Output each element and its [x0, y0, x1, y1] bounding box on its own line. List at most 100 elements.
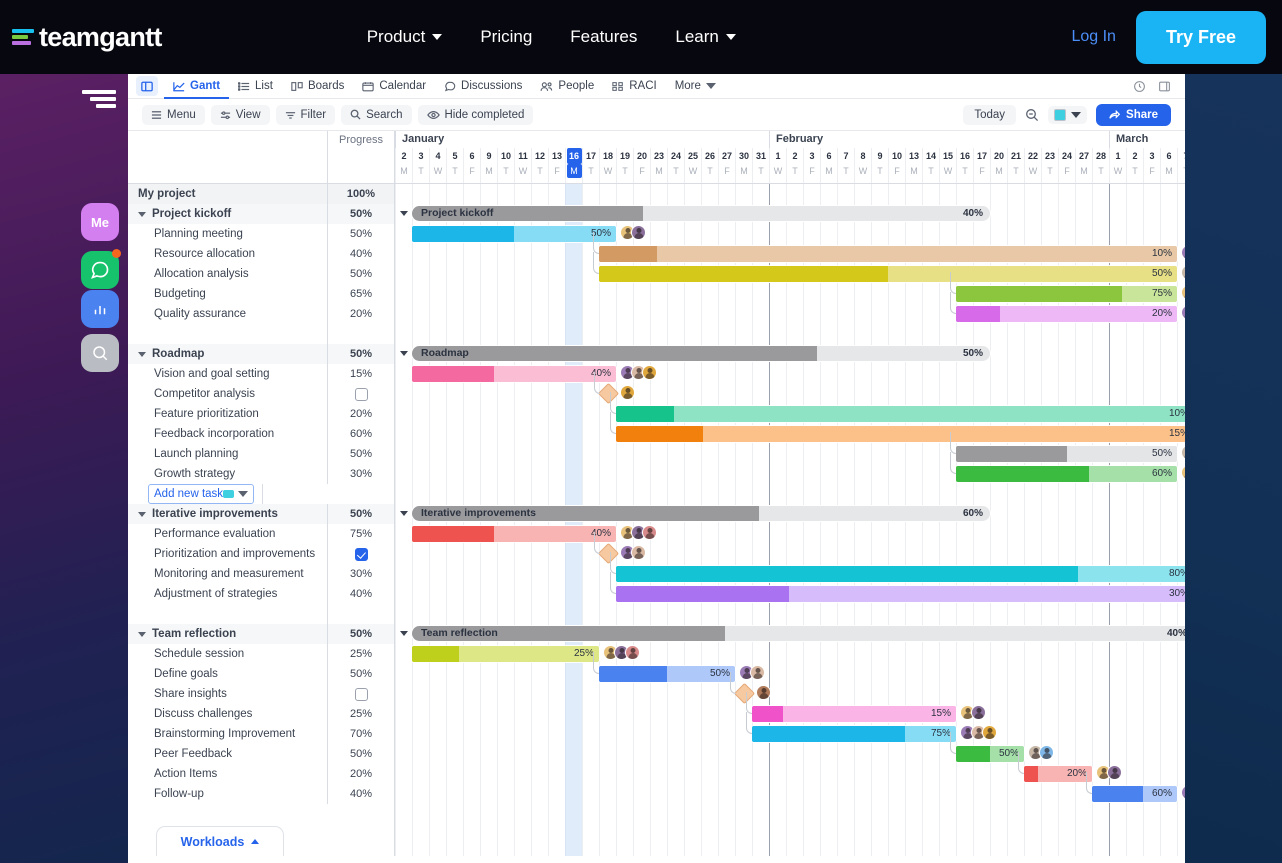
assignee-avatars[interactable]	[739, 665, 765, 680]
gantt-task-bar[interactable]: 75%	[956, 286, 1177, 302]
progress-cell[interactable]: 50%	[327, 624, 394, 644]
assignee-avatars[interactable]	[620, 365, 657, 380]
task-row[interactable]: Action Items 20%	[128, 764, 394, 784]
avatar[interactable]	[625, 645, 640, 660]
task-complete-checkbox[interactable]	[354, 687, 368, 701]
progress-cell[interactable]: 30%	[327, 464, 394, 484]
rail-logo-icon[interactable]	[82, 90, 118, 111]
task-row[interactable]: Resource allocation 40%	[128, 244, 394, 264]
assignee-avatars[interactable]	[620, 385, 635, 400]
assignee-avatars[interactable]	[603, 645, 640, 660]
gantt-task-bar[interactable]: 60%	[1092, 786, 1177, 802]
avatar[interactable]	[750, 665, 765, 680]
rail-item-reports[interactable]	[81, 290, 119, 328]
gantt-task-bar[interactable]: 30%	[616, 586, 1185, 602]
progress-cell[interactable]: 50%	[327, 204, 394, 224]
rail-item-search[interactable]	[81, 334, 119, 372]
task-row[interactable]: Budgeting 65%	[128, 284, 394, 304]
progress-cell[interactable]: 50%	[327, 664, 394, 684]
task-group-row[interactable]: Team reflection 50%	[128, 624, 394, 644]
tab-raci[interactable]: RACI	[603, 74, 665, 99]
assignee-avatars[interactable]	[620, 525, 657, 540]
gantt-timeline-panel[interactable]: January February March 2 M 3 T 4 W 5 T 6 F 9 M 10 T 11 W 12…	[395, 131, 1185, 856]
progress-cell[interactable]: 50%	[327, 504, 394, 524]
progress-cell[interactable]: 20%	[327, 764, 394, 784]
gantt-group-bar[interactable]: Iterative improvements 60%	[412, 506, 990, 521]
task-row[interactable]: Competitor analysis	[128, 384, 394, 404]
avatar[interactable]	[1107, 765, 1122, 780]
task-complete-checkbox[interactable]	[354, 547, 368, 561]
login-link[interactable]: Log In	[1063, 28, 1123, 46]
avatar[interactable]	[642, 365, 657, 380]
task-row[interactable]: Monitoring and measurement 30%	[128, 564, 394, 584]
gantt-task-bar[interactable]: 40%	[412, 526, 616, 542]
avatar[interactable]	[982, 725, 997, 740]
progress-cell[interactable]: 20%	[327, 304, 394, 324]
task-row[interactable]: Share insights	[128, 684, 394, 704]
gantt-task-bar[interactable]: 10%	[599, 246, 1177, 262]
today-button[interactable]: Today	[963, 104, 1017, 125]
nav-item-product[interactable]: Product	[367, 27, 443, 47]
sidebar-toggle-button[interactable]	[136, 76, 158, 96]
avatar[interactable]	[756, 685, 771, 700]
progress-cell[interactable]	[327, 684, 394, 704]
collapse-toggle-icon[interactable]	[138, 211, 146, 217]
gantt-task-bar[interactable]: 10%	[616, 406, 1185, 422]
task-row[interactable]: Quality assurance 20%	[128, 304, 394, 324]
collapse-toggle-icon[interactable]	[138, 631, 146, 637]
share-button[interactable]: Share	[1096, 103, 1171, 126]
nav-item-pricing[interactable]: Pricing	[480, 27, 532, 47]
progress-cell[interactable]: 50%	[327, 224, 394, 244]
assignee-avatars[interactable]	[620, 225, 646, 240]
progress-cell[interactable]: 60%	[327, 424, 394, 444]
gantt-task-bar[interactable]: 75%	[752, 726, 956, 742]
task-row[interactable]: Launch planning 50%	[128, 444, 394, 464]
avatar[interactable]	[1181, 465, 1185, 480]
hide-completed-button[interactable]: Hide completed	[417, 104, 534, 125]
gantt-task-bar[interactable]: 20%	[956, 306, 1177, 322]
group-collapse-icon[interactable]	[400, 211, 408, 216]
progress-cell[interactable]: 15%	[327, 364, 394, 384]
gantt-group-bar[interactable]: Project kickoff 40%	[412, 206, 990, 221]
tab-discussions[interactable]: Discussions	[435, 74, 531, 99]
assignee-avatars[interactable]	[1181, 265, 1185, 280]
avatar[interactable]	[1181, 265, 1185, 280]
search-button[interactable]: Search	[341, 104, 412, 125]
avatar[interactable]	[1181, 305, 1185, 320]
assignee-avatars[interactable]	[1096, 765, 1122, 780]
progress-cell[interactable]: 50%	[327, 744, 394, 764]
zoom-icon[interactable]	[1025, 108, 1039, 122]
avatar[interactable]	[1039, 745, 1054, 760]
task-group-row[interactable]: Iterative improvements 50%	[128, 504, 394, 524]
gantt-task-bar[interactable]: 15%	[616, 426, 1185, 442]
task-row[interactable]: Feedback incorporation 60%	[128, 424, 394, 444]
avatar[interactable]	[642, 525, 657, 540]
avatar[interactable]	[1181, 245, 1185, 260]
rail-item-me[interactable]: Me	[81, 203, 119, 241]
assignee-avatars[interactable]	[620, 545, 646, 560]
avatar[interactable]	[631, 545, 646, 560]
task-row[interactable]: Discuss challenges 25%	[128, 704, 394, 724]
gantt-grid[interactable]: Project kickoff 40% 50% 10% 50% 75% 20% Roadmap…	[395, 184, 1185, 856]
avatar[interactable]	[620, 385, 635, 400]
tab-more[interactable]: More	[666, 74, 725, 99]
progress-cell[interactable]	[327, 384, 394, 404]
progress-cell[interactable]: 50%	[327, 444, 394, 464]
progress-cell[interactable]: 30%	[327, 564, 394, 584]
teamgantt-logo[interactable]: teamgantt	[12, 22, 162, 53]
collapse-toggle-icon[interactable]	[138, 511, 146, 517]
task-row[interactable]: Schedule session 25%	[128, 644, 394, 664]
assignee-avatars[interactable]	[1028, 745, 1054, 760]
gantt-task-bar[interactable]: 25%	[412, 646, 599, 662]
rail-item-chat[interactable]	[81, 249, 121, 289]
assignee-avatars[interactable]	[1181, 305, 1185, 320]
progress-cell[interactable]: 100%	[327, 184, 394, 204]
avatar[interactable]	[1181, 785, 1185, 800]
progress-cell[interactable]: 50%	[327, 344, 394, 364]
progress-cell[interactable]: 50%	[327, 264, 394, 284]
task-row[interactable]: Vision and goal setting 15%	[128, 364, 394, 384]
gantt-task-bar[interactable]: 50%	[412, 226, 616, 242]
gantt-task-bar[interactable]: 50%	[956, 746, 1024, 762]
task-row[interactable]: Planning meeting 50%	[128, 224, 394, 244]
task-row[interactable]: Growth strategy 30%	[128, 464, 394, 484]
